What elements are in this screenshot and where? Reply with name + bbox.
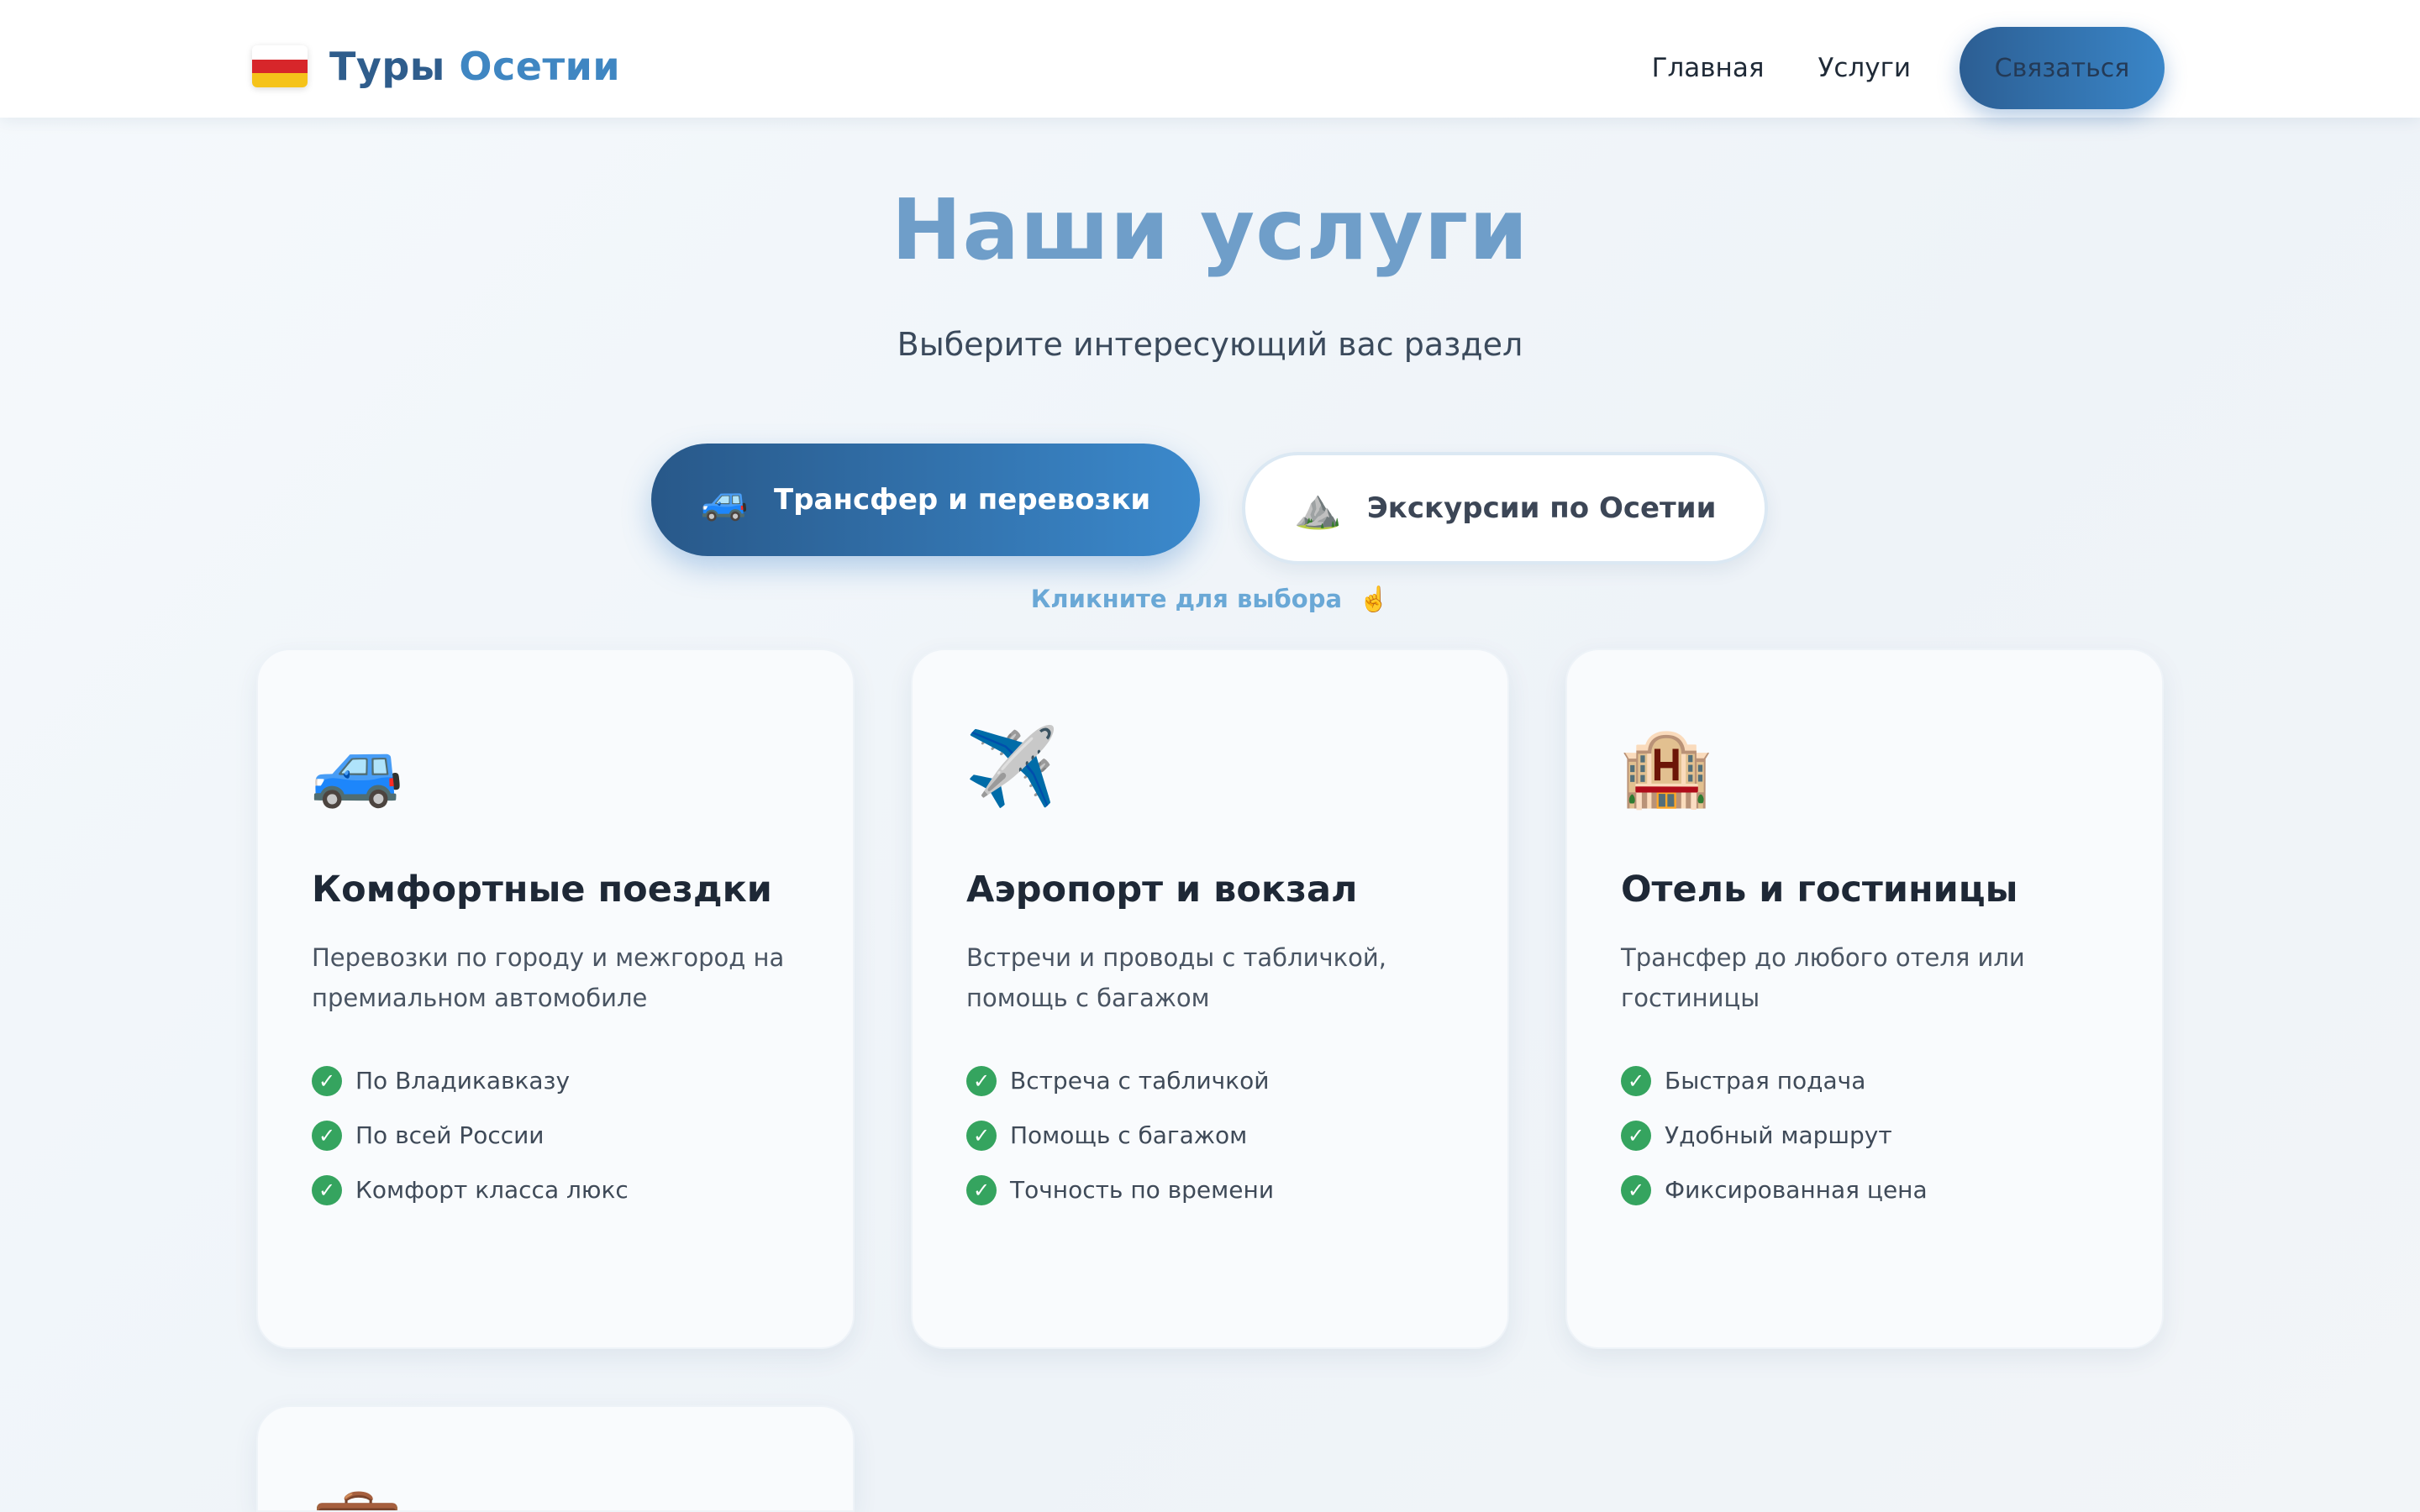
feature-label: По Владикавказу	[355, 1067, 571, 1095]
nav-link-home[interactable]: Главная	[1652, 53, 1765, 83]
service-card-partial[interactable]: 💼	[256, 1405, 855, 1512]
pointing-up-icon: ☝️	[1359, 585, 1390, 613]
airplane-icon: ✈️	[965, 723, 1060, 811]
page-title: Наши услуги	[891, 181, 1529, 279]
feature-label: Встреча с табличкой	[1010, 1067, 1270, 1095]
card-description: Встречи и проводы с табличкой, помощь с …	[966, 943, 1386, 1012]
feature-item: ✓ Фиксированная цена	[1621, 1163, 1928, 1217]
feature-item: ✓ Встреча с табличкой	[966, 1053, 1274, 1108]
brand-part-2: Осетии	[459, 44, 621, 89]
main-nav: Главная Услуги	[1652, 27, 1965, 109]
feature-list: ✓ Быстрая подача ✓ Удобный маршрут ✓ Фик…	[1621, 1053, 1928, 1217]
feature-item: ✓ Комфорт класса люкс	[312, 1163, 629, 1217]
service-card-comfort[interactable]: 🚙 Комфортные поездки Перевозки по городу…	[256, 648, 855, 1349]
tab-excursions[interactable]: ⛰️ Экскурсии по Осетии	[1242, 452, 1768, 564]
suv-icon: 🚙	[310, 723, 405, 811]
feature-item: ✓ По Владикавказу	[312, 1053, 629, 1108]
feature-label: Удобный маршрут	[1665, 1121, 1892, 1149]
selection-hint: Кликните для выбора ☝️	[0, 585, 2420, 614]
hotel-icon: 🏨	[1619, 723, 1714, 811]
check-icon: ✓	[1621, 1174, 1651, 1205]
card-description: Трансфер до любого отеля или гостиницы	[1621, 943, 2025, 1012]
check-icon: ✓	[966, 1120, 997, 1151]
feature-list: ✓ Встреча с табличкой ✓ Помощь с багажом…	[966, 1053, 1274, 1217]
card-description: Перевозки по городу и межгород на премиа…	[312, 943, 785, 1012]
check-icon: ✓	[312, 1174, 342, 1205]
card-title: Отель и гостиницы	[1621, 869, 2018, 911]
check-icon: ✓	[1621, 1120, 1651, 1151]
briefcase-icon: 💼	[310, 1487, 404, 1511]
check-icon: ✓	[312, 1065, 342, 1096]
feature-label: Быстрая подача	[1665, 1067, 1866, 1095]
nav-link-services[interactable]: Услуги	[1818, 53, 1911, 83]
site-header: Туры Осетии Главная Услуги Связаться	[0, 0, 2420, 118]
feature-label: Точность по времени	[1010, 1176, 1275, 1204]
contact-button[interactable]: Связаться	[1960, 27, 2165, 109]
feature-list: ✓ По Владикавказу ✓ По всей России ✓ Ком…	[312, 1053, 629, 1217]
check-icon: ✓	[966, 1174, 997, 1205]
feature-label: Комфорт класса люкс	[355, 1176, 629, 1204]
mountain-icon: ⛰️	[1293, 485, 1342, 531]
tab-transfer-label: Трансфер и перевозки	[774, 483, 1151, 517]
feature-item: ✓ Быстрая подача	[1621, 1053, 1928, 1108]
check-icon: ✓	[1621, 1065, 1651, 1096]
page-subtitle: Выберите интересующий вас раздел	[897, 326, 1523, 363]
feature-label: По всей России	[355, 1121, 544, 1149]
tab-transfer[interactable]: 🚙 Трансфер и перевозки	[651, 444, 1200, 556]
service-card-airport[interactable]: ✈️ Аэропорт и вокзал Встречи и проводы с…	[911, 648, 1509, 1349]
check-icon: ✓	[966, 1065, 997, 1096]
card-title: Аэропорт и вокзал	[966, 869, 1358, 911]
feature-item: ✓ Удобный маршрут	[1621, 1108, 1928, 1163]
feature-item: ✓ По всей России	[312, 1108, 629, 1163]
check-icon: ✓	[312, 1120, 342, 1151]
hint-text: Кликните для выбора	[1030, 585, 1343, 613]
ossetia-flag-icon	[252, 45, 308, 87]
tab-excursions-label: Экскурсии по Осетии	[1366, 491, 1717, 525]
feature-label: Помощь с багажом	[1010, 1121, 1248, 1149]
feature-item: ✓ Помощь с багажом	[966, 1108, 1274, 1163]
feature-item: ✓ Точность по времени	[966, 1163, 1274, 1217]
card-title: Комфортные поездки	[312, 869, 772, 911]
logo[interactable]: Туры Осетии	[252, 44, 620, 89]
suv-icon: 🚙	[700, 476, 750, 522]
brand-name: Туры Осетии	[329, 44, 620, 89]
feature-label: Фиксированная цена	[1665, 1176, 1928, 1204]
service-card-hotel[interactable]: 🏨 Отель и гостиницы Трансфер до любого о…	[1565, 648, 2164, 1349]
brand-part-1: Туры	[329, 44, 445, 89]
